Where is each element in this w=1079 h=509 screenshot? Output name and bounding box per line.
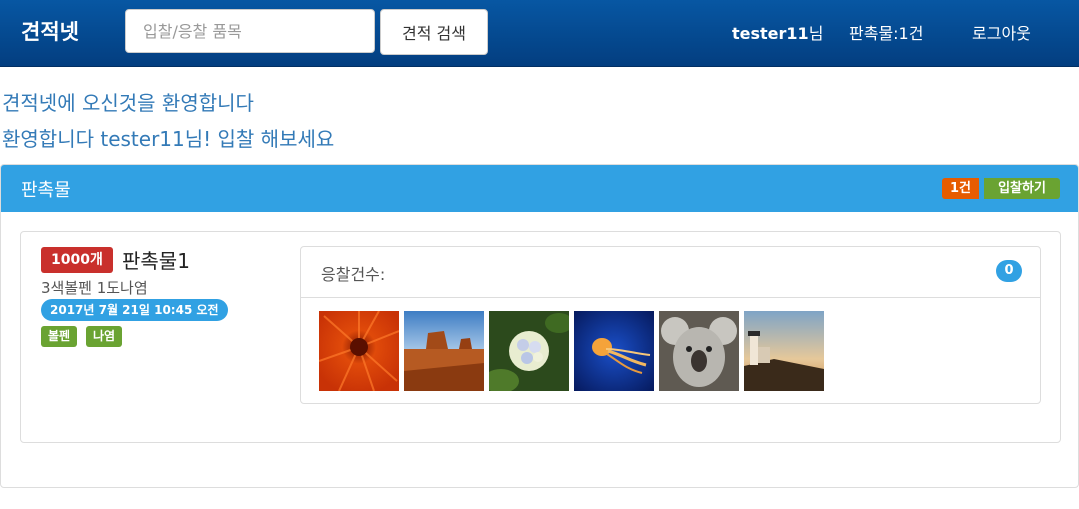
date-badge: 2017년 7월 21일 10:45 오전 bbox=[41, 299, 228, 321]
search-button[interactable]: 견적 검색 bbox=[380, 9, 488, 55]
desert-photo[interactable] bbox=[404, 311, 484, 391]
bid-button[interactable]: 입찰하기 bbox=[984, 178, 1060, 199]
top-navbar: 견적넷 견적 검색 tester11님 판촉물:1건 로그아웃 bbox=[0, 0, 1079, 67]
quantity-badge: 1000개 bbox=[41, 247, 113, 273]
jellyfish-photo[interactable] bbox=[574, 311, 654, 391]
brand-logo[interactable]: 견적넷 bbox=[21, 16, 79, 46]
tag-label: 나염 bbox=[86, 326, 123, 347]
bid-count-label: 응찰건수: bbox=[321, 265, 386, 284]
koala-photo[interactable] bbox=[659, 311, 739, 391]
item-name[interactable]: 판촉물1 bbox=[122, 245, 190, 274]
item-card: 1000개 판촉물1 3색볼펜 1도나염 2017년 7월 21일 10:45 … bbox=[20, 231, 1061, 443]
panel-title: 판촉물 bbox=[21, 180, 71, 201]
logout-link[interactable]: 로그아웃 bbox=[972, 20, 1031, 44]
item-panel: 판촉물 1건 입찰하기 1000개 판촉물1 3색볼펜 1도나염 2017년 7… bbox=[0, 164, 1079, 488]
bid-panel: 응찰건수: 0 bbox=[300, 246, 1041, 404]
items-link[interactable]: 판촉물:1건 bbox=[849, 20, 923, 44]
bid-panel-heading: 응찰건수: 0 bbox=[301, 247, 1040, 298]
chrysanthemum-photo[interactable] bbox=[319, 311, 399, 391]
welcome-line-2: 환영합니다 tester11님! 입찰 해보세요 bbox=[2, 127, 335, 151]
search-input[interactable] bbox=[125, 9, 375, 53]
user-id: tester11 bbox=[732, 24, 809, 43]
tag-label: 볼펜 bbox=[41, 326, 78, 347]
user-suffix: 님 bbox=[808, 24, 824, 43]
item-description: 3색볼펜 1도나염 bbox=[41, 279, 148, 297]
hydrangeas-photo[interactable] bbox=[489, 311, 569, 391]
bid-count-badge: 0 bbox=[996, 260, 1022, 282]
count-badge: 1건 bbox=[942, 178, 980, 199]
lighthouse-photo[interactable] bbox=[744, 311, 824, 391]
user-link[interactable]: tester11님 bbox=[732, 20, 823, 44]
welcome-line-1: 견적넷에 오신것을 환영합니다 bbox=[2, 91, 254, 115]
panel-heading: 판촉물 1건 입찰하기 bbox=[1, 165, 1078, 212]
